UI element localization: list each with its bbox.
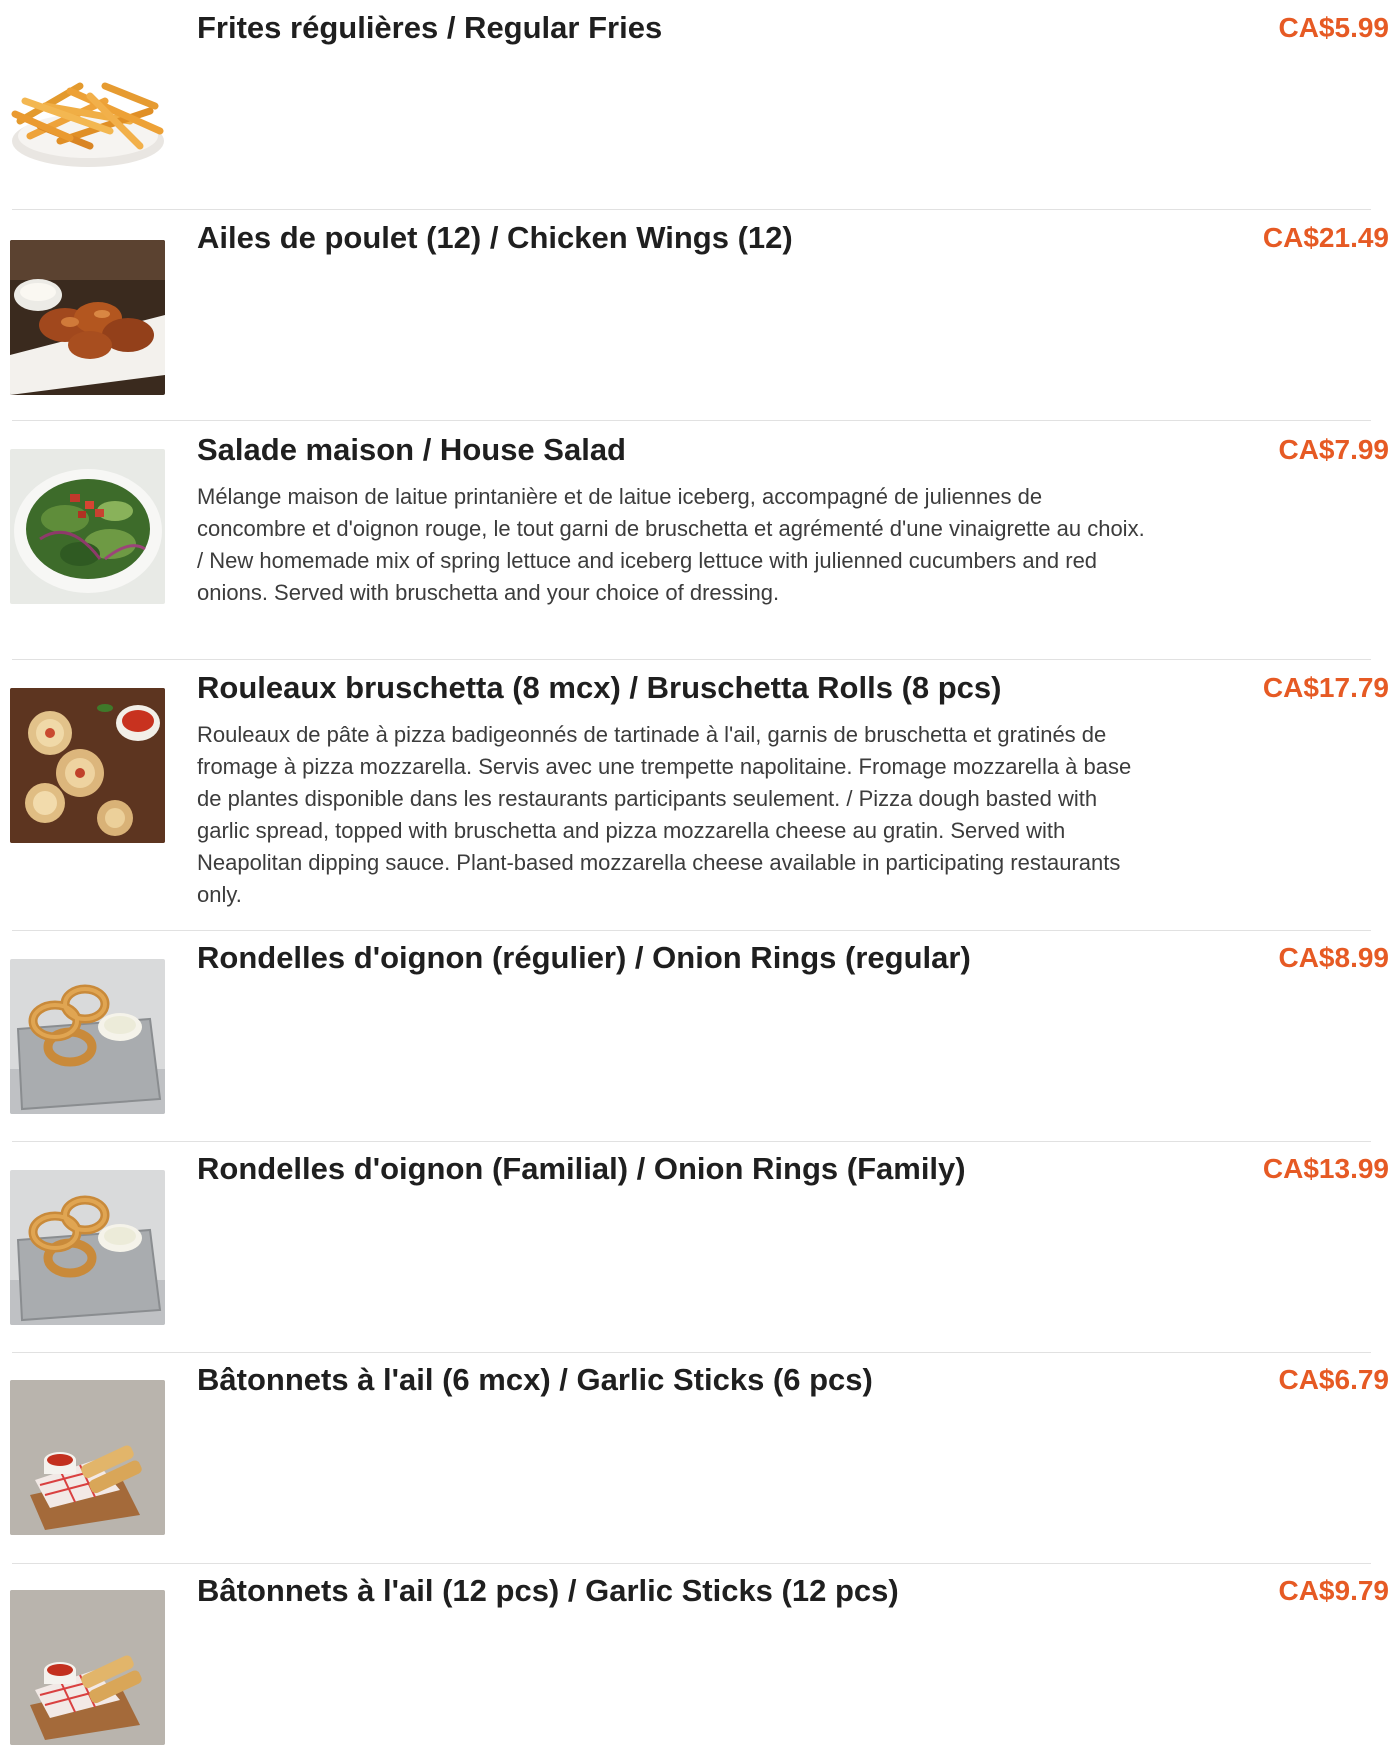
item-name[interactable]: Rondelles d'oignon (Familial) / Onion Ri… (197, 1151, 1197, 1187)
chicken-wings-photo[interactable] (10, 240, 165, 395)
menu-item-garlic-sticks-6[interactable]: Bâtonnets à l'ail (6 mcx) / Garlic Stick… (0, 1353, 1395, 1564)
garlic-sticks-photo[interactable] (10, 1590, 165, 1745)
item-name[interactable]: Bâtonnets à l'ail (6 mcx) / Garlic Stick… (197, 1362, 1197, 1398)
fries-photo[interactable] (10, 26, 165, 181)
item-price: CA$17.79 (1262, 672, 1389, 703)
item-name[interactable]: Salade maison / House Salad (197, 432, 1197, 468)
menu-item-onion-rings-regular[interactable]: Rondelles d'oignon (régulier) / Onion Ri… (0, 931, 1395, 1142)
item-name[interactable]: Bâtonnets à l'ail (12 pcs) / Garlic Stic… (197, 1573, 1197, 1609)
menu-item-regular-fries[interactable]: Frites régulières / Regular Fries CA$5.9… (0, 0, 1395, 210)
item-name[interactable]: Rondelles d'oignon (régulier) / Onion Ri… (197, 940, 1197, 976)
onion-rings-photo[interactable] (10, 959, 165, 1114)
onion-rings-photo[interactable] (10, 1170, 165, 1325)
menu-item-bruschetta-rolls[interactable]: Rouleaux bruschetta (8 mcx) / Bruschetta… (0, 660, 1395, 931)
item-price: CA$9.79 (1278, 1575, 1389, 1606)
menu-item-chicken-wings[interactable]: Ailes de poulet (12) / Chicken Wings (12… (0, 210, 1395, 421)
item-description: Mélange maison de laitue printanière et … (197, 484, 1145, 605)
menu-item-house-salad[interactable]: Salade maison / House Salad CA$7.99 Méla… (0, 421, 1395, 660)
item-price: CA$13.99 (1262, 1153, 1389, 1184)
item-price: CA$6.79 (1278, 1364, 1389, 1395)
item-price: CA$21.49 (1262, 222, 1389, 253)
item-price: CA$7.99 (1278, 434, 1389, 465)
item-name[interactable]: Ailes de poulet (12) / Chicken Wings (12… (197, 220, 1197, 256)
item-description: Rouleaux de pâte à pizza badigeonnés de … (197, 722, 1132, 907)
item-name[interactable]: Frites régulières / Regular Fries (197, 10, 1197, 46)
item-price: CA$8.99 (1278, 942, 1389, 973)
item-name[interactable]: Rouleaux bruschetta (8 mcx) / Bruschetta… (197, 670, 1197, 706)
menu-item-garlic-sticks-12[interactable]: Bâtonnets à l'ail (12 pcs) / Garlic Stic… (0, 1564, 1395, 1744)
bruschetta-rolls-photo[interactable] (10, 688, 165, 843)
menu-item-onion-rings-family[interactable]: Rondelles d'oignon (Familial) / Onion Ri… (0, 1142, 1395, 1353)
item-price: CA$5.99 (1278, 12, 1389, 43)
house-salad-photo[interactable] (10, 449, 165, 604)
garlic-sticks-photo[interactable] (10, 1380, 165, 1535)
